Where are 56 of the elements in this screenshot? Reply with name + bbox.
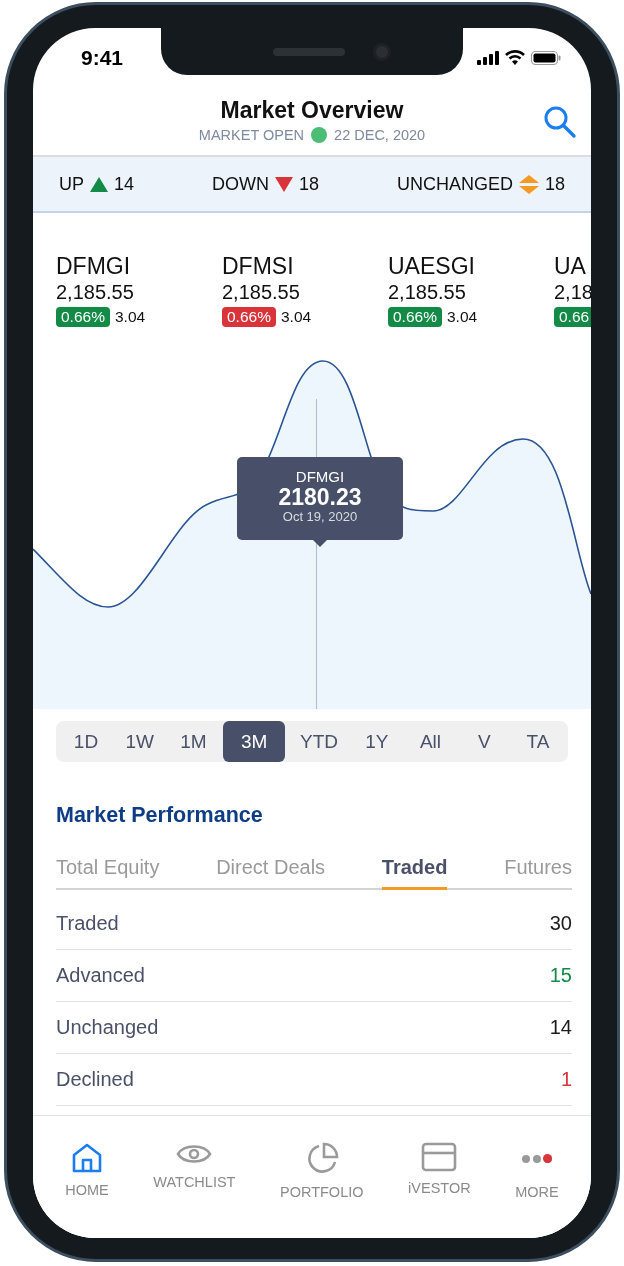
- search-icon[interactable]: [543, 105, 577, 139]
- index-symbol: UAESGI: [388, 253, 476, 280]
- up-triangle-icon: [90, 176, 108, 192]
- range-tab[interactable]: V: [460, 721, 509, 762]
- eye-icon: [176, 1142, 213, 1166]
- change-percent: 0.66%: [222, 307, 276, 327]
- row-label: Advanced: [56, 964, 145, 987]
- change-percent: 0.66%: [56, 307, 110, 327]
- screen-title: Market Overview: [219, 97, 405, 124]
- change-percent: 0.66%: [388, 307, 442, 327]
- range-tab[interactable]: 1W: [115, 721, 164, 762]
- index-price: 2,185.55: [222, 281, 301, 304]
- summary-label: UP: [59, 173, 84, 195]
- status-time: 9:41: [81, 45, 124, 70]
- summary-count: 14: [114, 173, 135, 195]
- range-tab[interactable]: TA: [514, 721, 562, 762]
- row-value: 14: [549, 1016, 572, 1039]
- wifi-icon: [505, 50, 525, 65]
- tooltip-value: 2180.23: [277, 485, 363, 510]
- index-price: 2,185.55: [388, 281, 467, 304]
- range-tab[interactable]: 1Y: [352, 721, 401, 762]
- summary-count: 18: [544, 173, 565, 195]
- signal-icon: [477, 50, 499, 65]
- index-price: 2,185.55: [56, 281, 135, 304]
- change-value: 3.04: [446, 308, 478, 326]
- row-value: 15: [549, 964, 572, 987]
- change-percent: 0.66: [554, 307, 591, 327]
- summary-label: UNCHANGED: [396, 173, 513, 195]
- change-value: 3.04: [280, 308, 312, 326]
- tooltip-date: Oct 19, 2020: [281, 509, 359, 525]
- row-label: Traded: [56, 912, 119, 935]
- index-symbol: DFMSI: [222, 253, 295, 280]
- tooltip-symbol: DFMGI: [294, 468, 346, 485]
- row-label: Unchanged: [56, 1016, 159, 1039]
- range-tab[interactable]: 1M: [169, 721, 218, 762]
- down-triangle-icon: [275, 176, 293, 192]
- row-value: 30: [549, 912, 572, 935]
- change-value: 3.04: [114, 308, 146, 326]
- battery-icon: [531, 50, 561, 65]
- market-status: MARKET OPEN: [198, 127, 305, 143]
- card-icon: [421, 1142, 458, 1172]
- row-value: 1: [560, 1068, 572, 1091]
- index-symbol: DFMGI: [56, 253, 132, 280]
- index-symbol: UA: [554, 253, 587, 280]
- summary-count: 18: [299, 173, 319, 195]
- market-date: 22 DEC, 2020: [334, 127, 426, 143]
- performance-tab[interactable]: Traded: [381, 852, 448, 890]
- range-tab[interactable]: 3M: [223, 721, 286, 762]
- section-title: Market Performance: [56, 803, 264, 828]
- range-tab[interactable]: All: [406, 721, 455, 762]
- house-icon: [71, 1142, 103, 1174]
- up-down-icon: [518, 174, 539, 194]
- row-label: Declined: [56, 1068, 134, 1091]
- range-tab[interactable]: YTD: [291, 721, 347, 762]
- summary-label: DOWN: [212, 173, 269, 195]
- range-tab[interactable]: 1D: [62, 721, 110, 762]
